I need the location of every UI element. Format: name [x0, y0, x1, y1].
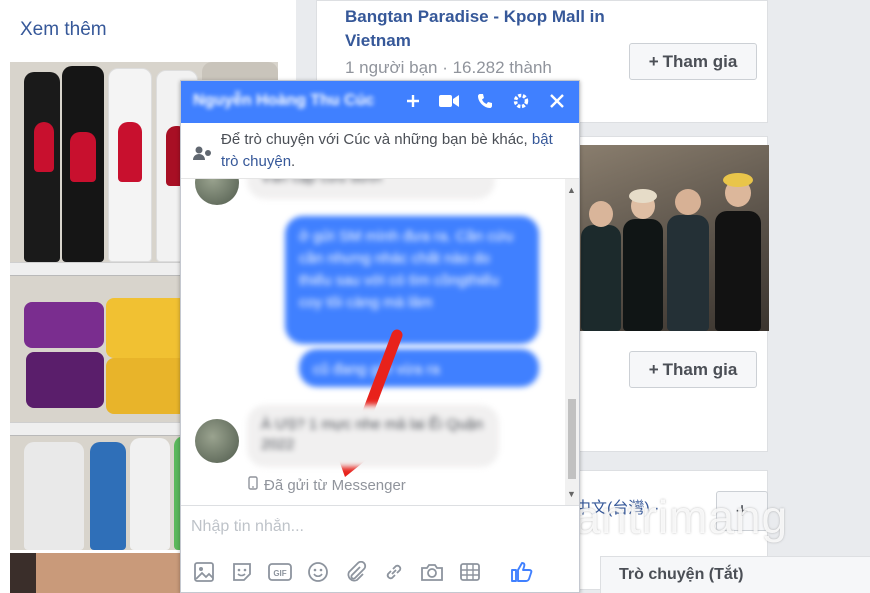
avatar[interactable]: [195, 419, 239, 463]
group-name[interactable]: Bangtan Paradise - Kpop Mall in Vietnam: [345, 5, 615, 53]
notice-body: Để trò chuyện với Cúc và những bạn bè kh…: [221, 131, 532, 148]
plus-icon[interactable]: [403, 91, 423, 111]
phone-small-icon: [248, 476, 258, 494]
add-people-icon: [193, 145, 215, 166]
scroll-down-icon[interactable]: ▼: [567, 489, 576, 499]
chat-header[interactable]: Nguyễn Hoàng Thu Cúc: [181, 81, 579, 123]
message-list[interactable]: Vẫn cập cứu dưới ở gửi SM mình đưa ra. C…: [181, 179, 565, 505]
attachment-icon[interactable]: [343, 559, 369, 585]
join-group-button[interactable]: + Tham gia: [629, 351, 757, 388]
plus-icon: +: [648, 359, 659, 379]
camera-icon[interactable]: [419, 559, 445, 585]
group-photo[interactable]: [575, 145, 769, 331]
chat-title[interactable]: Nguyễn Hoàng Thu Cúc: [193, 92, 374, 110]
avatar[interactable]: [195, 179, 239, 205]
table-icon[interactable]: [457, 559, 483, 585]
image-icon[interactable]: [191, 559, 217, 585]
join-label: Tham gia: [662, 51, 738, 71]
phone-icon[interactable]: [475, 91, 495, 111]
gear-icon[interactable]: [511, 91, 531, 111]
message-bubble: À Ưộ? 1 mực nhe mả lai Ẽi Quận 2022: [247, 405, 499, 467]
notice-text: Để trò chuyện với Cúc và những bạn bè kh…: [221, 129, 561, 173]
notice-end: .: [291, 153, 296, 170]
sticker-icon[interactable]: [229, 559, 255, 585]
svg-text:GIF: GIF: [273, 569, 286, 578]
composer-toolbar: GIF: [181, 551, 579, 593]
chat-sidebar-toggle[interactable]: Trò chuyện (Tắt): [600, 556, 870, 593]
messenger-chat-window: Nguyễn Hoàng Thu Cúc Để trò chuyện với C: [180, 80, 580, 593]
message-input-row: [181, 505, 579, 551]
group-meta: 1 người bạn · 16.282 thành: [345, 58, 552, 77]
video-icon[interactable]: [439, 91, 459, 111]
scroll-thumb[interactable]: [568, 399, 576, 479]
join-label: Tham gia: [662, 359, 738, 379]
see-more-link[interactable]: Xem thêm: [20, 19, 107, 41]
scroll-up-icon[interactable]: ▲: [567, 185, 576, 195]
plus-icon: +: [648, 51, 659, 71]
link-icon[interactable]: [381, 559, 407, 585]
join-group-button[interactable]: + Tham gia: [629, 43, 757, 80]
close-icon[interactable]: [547, 91, 567, 111]
chat-scrollbar[interactable]: ▲ ▼: [565, 179, 579, 505]
message-bubble: Vẫn cập cứu dưới: [247, 179, 495, 199]
emoji-icon[interactable]: [305, 559, 331, 585]
chat-status-label: Trò chuyện (Tắt): [619, 566, 744, 583]
gif-icon[interactable]: GIF: [267, 559, 293, 585]
message-input[interactable]: [191, 518, 561, 536]
watermark-text: uantrimang: [548, 491, 789, 543]
page-margin: [787, 0, 870, 560]
chat-notice: Để trò chuyện với Cúc và những bạn bè kh…: [181, 123, 579, 179]
message-bubble: ở gửi SM mình đưa ra. Cần cứu cần nhưng …: [285, 216, 539, 344]
sent-from-label: Đã gửi từ Messenger: [248, 476, 406, 494]
like-icon[interactable]: [509, 559, 535, 585]
sent-from-text: Đã gửi từ Messenger: [264, 476, 406, 494]
